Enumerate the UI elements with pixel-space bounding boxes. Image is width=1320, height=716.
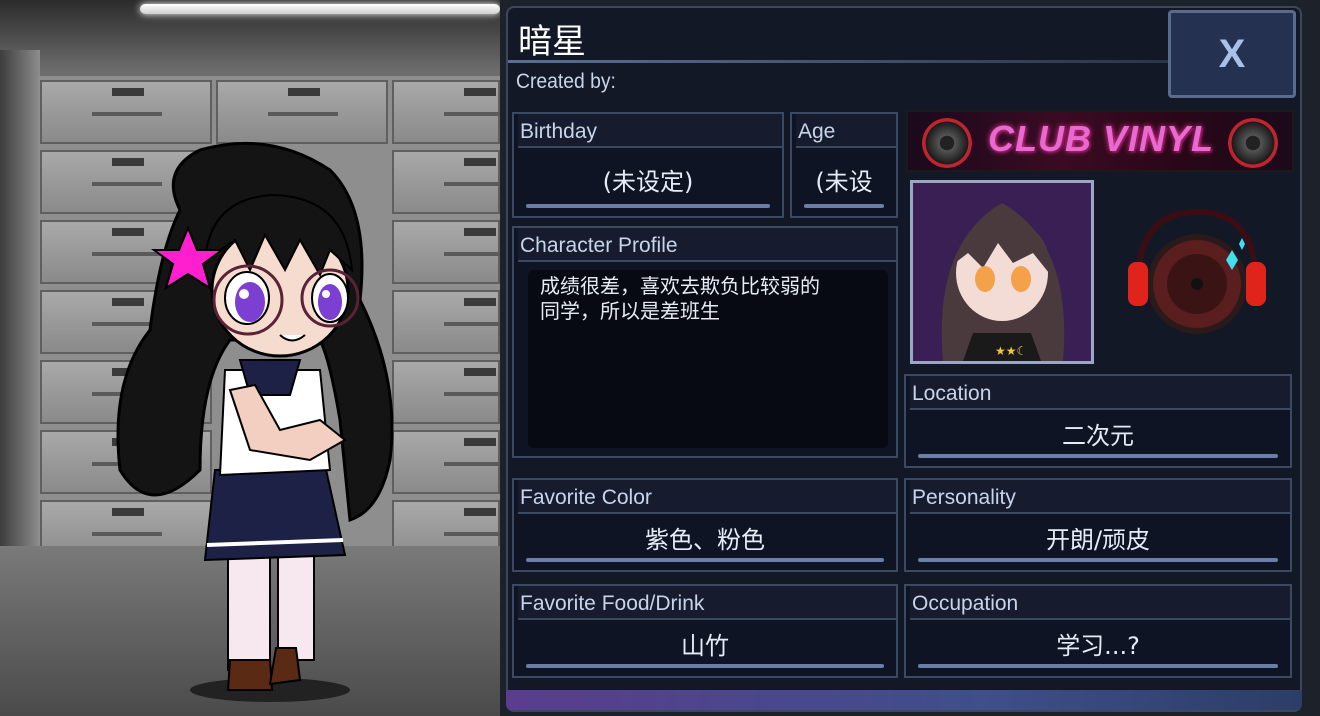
character-profile-field[interactable]: Character Profile 成绩很差，喜欢去欺负比较弱的 同学，所以是差…	[512, 226, 898, 458]
favorite-color-underline	[526, 558, 884, 562]
favorite-food-label: Favorite Food/Drink	[518, 586, 896, 620]
character-sprite[interactable]	[0, 0, 500, 716]
club-vinyl-banner: CLUB VINYL	[906, 110, 1294, 172]
favorite-color-field[interactable]: Favorite Color 紫色、粉色	[512, 478, 898, 572]
favorite-food-value: 山竹	[681, 632, 729, 660]
character-profile-label: Character Profile	[518, 228, 896, 262]
favorite-color-value: 紫色、粉色	[645, 526, 765, 554]
occupation-field[interactable]: Occupation 学习...?	[904, 584, 1292, 678]
personality-value: 开朗/顽皮	[1045, 526, 1151, 554]
location-value: 二次元	[1062, 422, 1134, 450]
favorite-food-field[interactable]: Favorite Food/Drink 山竹	[512, 584, 898, 678]
birthday-underline	[526, 204, 770, 208]
age-underline	[804, 204, 884, 208]
close-button[interactable]: X	[1168, 10, 1296, 98]
svg-text:★★☾: ★★☾	[995, 344, 1027, 358]
personality-underline	[918, 558, 1278, 562]
birthday-field[interactable]: Birthday (未设定)	[512, 112, 784, 218]
occupation-label: Occupation	[910, 586, 1290, 620]
birthday-value: (未设定)	[602, 168, 694, 196]
occupation-underline	[918, 664, 1278, 668]
character-portrait[interactable]: ★★☾	[910, 180, 1094, 364]
banner-text: CLUB VINYL	[988, 118, 1214, 159]
portrait-image: ★★☾	[913, 183, 1091, 361]
occupation-value: 学习...?	[1056, 632, 1140, 660]
location-label: Location	[910, 376, 1290, 410]
age-value: (未设	[815, 168, 873, 196]
headphones-vinyl-icon	[1128, 208, 1266, 334]
location-field[interactable]: Location 二次元	[904, 374, 1292, 468]
character-scene	[0, 0, 500, 716]
personality-label: Personality	[910, 480, 1290, 514]
close-icon: X	[1218, 31, 1246, 76]
age-field[interactable]: Age (未设	[790, 112, 898, 218]
vinyl-disc-icon	[1228, 118, 1278, 168]
location-underline	[918, 454, 1278, 458]
favorite-color-label: Favorite Color	[518, 480, 896, 514]
title-divider	[508, 60, 1168, 63]
personality-field[interactable]: Personality 开朗/顽皮	[904, 478, 1292, 572]
created-by-label: Created by:	[516, 70, 616, 93]
character-name: 暗星	[518, 22, 586, 62]
birthday-label: Birthday	[518, 114, 782, 148]
character-profile-text[interactable]: 成绩很差，喜欢去欺负比较弱的 同学，所以是差班生	[528, 270, 888, 448]
favorite-food-underline	[526, 664, 884, 668]
age-label: Age	[796, 114, 896, 148]
vinyl-disc-icon	[922, 118, 972, 168]
panel-bottom-bar	[506, 690, 1302, 710]
